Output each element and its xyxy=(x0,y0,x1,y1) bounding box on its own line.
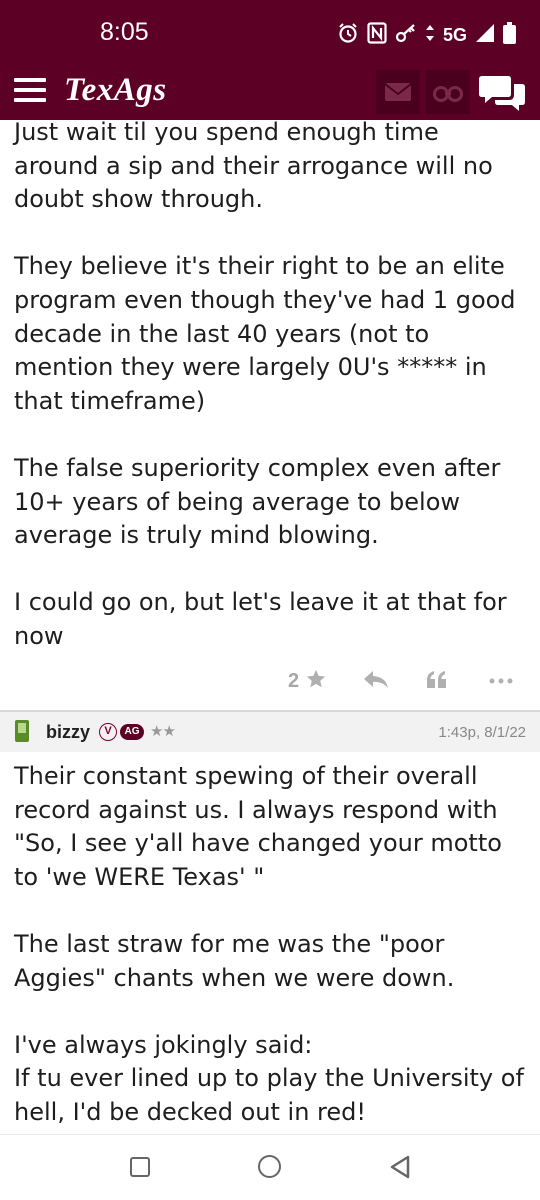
recent-apps-button[interactable] xyxy=(130,1157,150,1177)
post-paragraph: I could go on, but let's leave it at tha… xyxy=(14,588,507,650)
post-paragraph: The false superiority complex even after… xyxy=(14,453,501,550)
status-time: 8:05 xyxy=(100,18,149,46)
app-bar: TexAgs xyxy=(0,66,540,120)
verified-badge: V xyxy=(99,723,117,741)
reply-button[interactable] xyxy=(362,668,390,698)
network-label: 5G xyxy=(442,25,467,45)
binoculars-button[interactable] xyxy=(426,70,470,114)
signal-icon xyxy=(475,23,495,48)
post-header: bizzy V AG ★★ 1:43p, 8/1/22 xyxy=(0,712,540,752)
star-button[interactable]: 2 xyxy=(288,668,327,693)
post-paragraph: The last straw for me was the "poor Aggi… xyxy=(14,929,455,992)
ag-badge: AG xyxy=(120,724,144,740)
reply-icon xyxy=(364,671,388,688)
mail-button[interactable] xyxy=(376,70,420,114)
nfc-icon xyxy=(367,22,387,49)
post-body: Just wait til you spend enough time arou… xyxy=(14,116,526,654)
user-stars: ★★ xyxy=(150,722,176,740)
system-nav-bar xyxy=(0,1135,540,1200)
mail-icon xyxy=(384,83,412,101)
chat-icon xyxy=(479,76,525,111)
more-icon xyxy=(489,678,513,684)
back-button[interactable] xyxy=(388,1154,412,1184)
home-button[interactable] xyxy=(258,1155,281,1178)
texags-logo[interactable]: TexAgs xyxy=(64,72,167,109)
quote-icon xyxy=(427,671,446,688)
post-body: Their constant spewing of their overall … xyxy=(14,760,526,1130)
menu-icon[interactable] xyxy=(14,78,46,104)
battery-icon xyxy=(503,22,516,49)
star-count: 2 xyxy=(288,670,300,692)
post-timestamp[interactable]: 1:43p, 8/1/22 xyxy=(438,724,526,741)
quote-button[interactable] xyxy=(425,668,449,698)
status-icons: 5G xyxy=(337,22,516,49)
post-paragraph: Just wait til you spend enough time arou… xyxy=(14,118,493,214)
post-paragraph: They believe it's their right to be an e… xyxy=(14,252,516,415)
star-icon xyxy=(306,669,325,688)
data-arrows-icon xyxy=(425,23,435,48)
back-triangle-icon xyxy=(390,1155,410,1179)
username[interactable]: bizzy xyxy=(46,722,90,743)
post-paragraph: Their constant spewing of their overall … xyxy=(14,762,502,891)
chat-button[interactable] xyxy=(478,70,528,114)
post-actions: 2 xyxy=(0,662,540,702)
binoculars-icon xyxy=(433,86,463,102)
key-icon xyxy=(395,22,417,49)
more-options-button[interactable] xyxy=(488,668,514,698)
status-bar: 8:05 5G xyxy=(0,0,540,66)
post-paragraph: I've always jokingly said: If tu ever li… xyxy=(14,1030,524,1126)
mobile-phone-icon xyxy=(15,720,29,742)
alarm-icon xyxy=(337,22,359,49)
